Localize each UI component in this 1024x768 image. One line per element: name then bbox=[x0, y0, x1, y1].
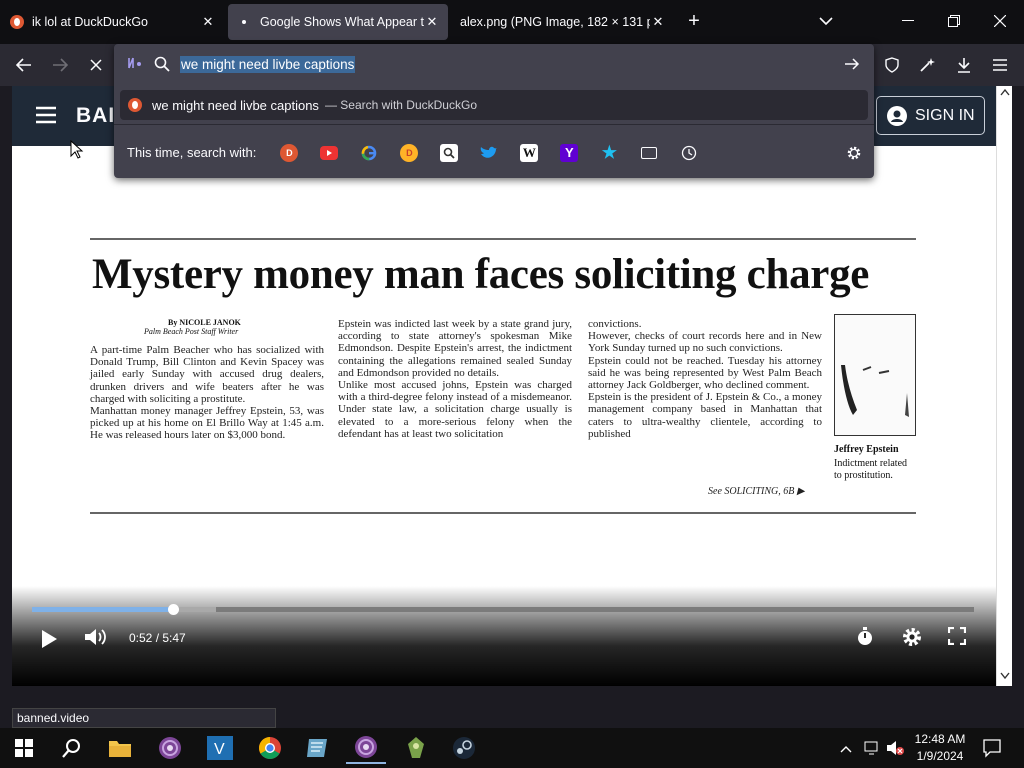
urlbar[interactable]: we might need livbe captions bbox=[114, 44, 874, 84]
tabs-icon[interactable] bbox=[640, 144, 658, 162]
tab-list-chevron-icon[interactable] bbox=[812, 8, 840, 34]
firefox-engine-icon[interactable]: D bbox=[400, 143, 419, 162]
forward-arrow-icon[interactable] bbox=[46, 52, 74, 78]
tor-browser-icon[interactable] bbox=[150, 732, 190, 764]
notes-app-icon[interactable] bbox=[298, 732, 338, 764]
article-column-2: Epstein was indicted last week by a stat… bbox=[338, 318, 572, 440]
seek-handle[interactable] bbox=[168, 604, 180, 615]
wikipedia-icon[interactable]: W bbox=[520, 143, 539, 162]
youtube-engine-icon[interactable] bbox=[320, 144, 339, 162]
search-settings-gear-icon[interactable] bbox=[846, 145, 862, 164]
google-engine-icon[interactable] bbox=[360, 144, 378, 162]
sign-in-label: SIGN IN bbox=[915, 106, 975, 124]
history-clock-icon[interactable] bbox=[680, 144, 698, 162]
tab-alex-png[interactable]: alex.png (PNG Image, 182 × 131 pixels) ✕ bbox=[452, 4, 674, 40]
sign-in-button[interactable]: SIGN IN bbox=[876, 96, 985, 135]
suggestion-action: — Search with DuckDuckGo bbox=[324, 98, 477, 112]
shield-icon[interactable] bbox=[878, 52, 906, 78]
search-input[interactable]: we might need livbe captions bbox=[180, 56, 356, 73]
volume-muted-icon[interactable] bbox=[886, 740, 904, 759]
new-tab-button[interactable]: + bbox=[680, 8, 708, 34]
menu-hamburger-icon[interactable] bbox=[986, 52, 1014, 78]
status-panel: banned.video bbox=[12, 708, 276, 728]
network-icon[interactable] bbox=[864, 740, 880, 759]
settings-gear-icon[interactable] bbox=[901, 626, 923, 651]
playback-speed-timer-icon[interactable] bbox=[856, 627, 874, 650]
windows-start-icon[interactable] bbox=[4, 732, 44, 764]
close-icon[interactable]: ✕ bbox=[650, 14, 666, 30]
go-arrow-icon[interactable] bbox=[844, 56, 860, 75]
game-app-icon[interactable] bbox=[396, 732, 436, 764]
video-time: 0:52 / 5:47 bbox=[129, 631, 186, 645]
rule-bottom bbox=[90, 512, 916, 514]
restore-icon[interactable] bbox=[940, 8, 968, 34]
twitter-icon[interactable] bbox=[480, 144, 498, 162]
tab-title: alex.png (PNG Image, 182 × 131 pixels) bbox=[460, 15, 650, 29]
search-engine-magnifier-icon[interactable] bbox=[440, 143, 459, 162]
tab-strip: ik lol at DuckDuckGo ✕ Google Shows What… bbox=[0, 0, 1024, 44]
close-icon[interactable]: ✕ bbox=[424, 14, 440, 30]
file-explorer-icon[interactable] bbox=[100, 732, 140, 764]
tor-browser-active-icon[interactable] bbox=[346, 732, 386, 764]
play-icon[interactable] bbox=[40, 629, 58, 652]
steam-icon[interactable] bbox=[444, 732, 484, 764]
photo-caption-name: Jeffrey Epstein bbox=[834, 444, 899, 455]
tab-title: ik lol at DuckDuckGo bbox=[32, 15, 149, 29]
yahoo-icon[interactable]: Y bbox=[560, 143, 579, 162]
download-icon[interactable] bbox=[950, 52, 978, 78]
epstein-photo bbox=[834, 314, 916, 436]
windows-taskbar: V 12:48 AM 1/9/2024 bbox=[0, 728, 1024, 768]
tab-title: Google Shows What Appear to Be bbox=[260, 15, 424, 29]
duckduckgo-icon bbox=[10, 15, 24, 29]
search-icon bbox=[154, 56, 170, 75]
byline: By NICOLE JANOK bbox=[168, 318, 241, 327]
tab-google-shows[interactable]: Google Shows What Appear to Be ✕ bbox=[228, 4, 448, 40]
close-icon[interactable]: ✕ bbox=[200, 14, 216, 30]
seek-bar[interactable] bbox=[32, 604, 974, 615]
chrome-icon[interactable] bbox=[250, 732, 290, 764]
tray-chevron-up-icon[interactable] bbox=[840, 741, 852, 756]
one-off-search-bar: This time, search with: D D W Y ★ bbox=[114, 124, 874, 180]
photo-caption-text: Indictment related to prostitution. bbox=[834, 458, 908, 481]
volume-icon[interactable] bbox=[84, 627, 108, 650]
duckduckgo-icon bbox=[128, 98, 142, 112]
played-range bbox=[32, 607, 174, 612]
window-close-icon[interactable] bbox=[986, 8, 1014, 34]
suggestion-query: we might need livbe captions bbox=[152, 97, 319, 113]
clock-date[interactable]: 1/9/2024 bbox=[912, 749, 968, 763]
search-mode-icon[interactable] bbox=[126, 55, 144, 76]
svg-text:V: V bbox=[214, 741, 225, 758]
site-menu-hamburger-icon[interactable] bbox=[36, 106, 56, 127]
stop-loading-icon[interactable] bbox=[82, 52, 110, 78]
bookmarks-star-icon[interactable]: ★ bbox=[600, 143, 618, 162]
site-logo[interactable]: BAI bbox=[76, 104, 115, 128]
article-column-1: A part-time Palm Beacher who has sociali… bbox=[90, 344, 324, 442]
article-headline: Mystery money man faces soliciting charg… bbox=[92, 251, 870, 298]
search-suggestion-row[interactable]: we might need livbe captions — Search wi… bbox=[120, 90, 868, 120]
loading-dot-icon bbox=[242, 20, 246, 24]
one-off-label: This time, search with: bbox=[127, 145, 257, 160]
urlbar-popup: we might need livbe captions we might ne… bbox=[114, 44, 874, 178]
extensions-magic-icon[interactable] bbox=[914, 52, 942, 78]
tab-duckduckgo[interactable]: ik lol at DuckDuckGo ✕ bbox=[2, 4, 224, 40]
video-controls: 0:52 / 5:47 bbox=[12, 586, 996, 686]
minimize-icon[interactable] bbox=[894, 8, 922, 34]
page-scrollbar[interactable] bbox=[996, 86, 1012, 686]
rule-top bbox=[90, 238, 916, 240]
user-avatar-icon bbox=[887, 105, 907, 126]
mouse-cursor-icon bbox=[70, 139, 84, 163]
byline-role: Palm Beach Post Staff Writer bbox=[144, 327, 239, 336]
jump-line: See SOLICITING, 6B ▶ bbox=[708, 486, 805, 497]
notification-center-icon[interactable] bbox=[982, 738, 1002, 761]
fullscreen-icon[interactable] bbox=[947, 626, 967, 648]
article-column-3: convictions. However, checks of court re… bbox=[588, 318, 822, 440]
taskbar-search-icon[interactable] bbox=[52, 732, 92, 764]
clock-time[interactable]: 12:48 AM bbox=[912, 732, 968, 746]
duckduckgo-engine-icon[interactable]: D bbox=[280, 143, 299, 162]
back-arrow-icon[interactable] bbox=[10, 52, 38, 78]
visual-studio-icon[interactable]: V bbox=[200, 732, 240, 764]
